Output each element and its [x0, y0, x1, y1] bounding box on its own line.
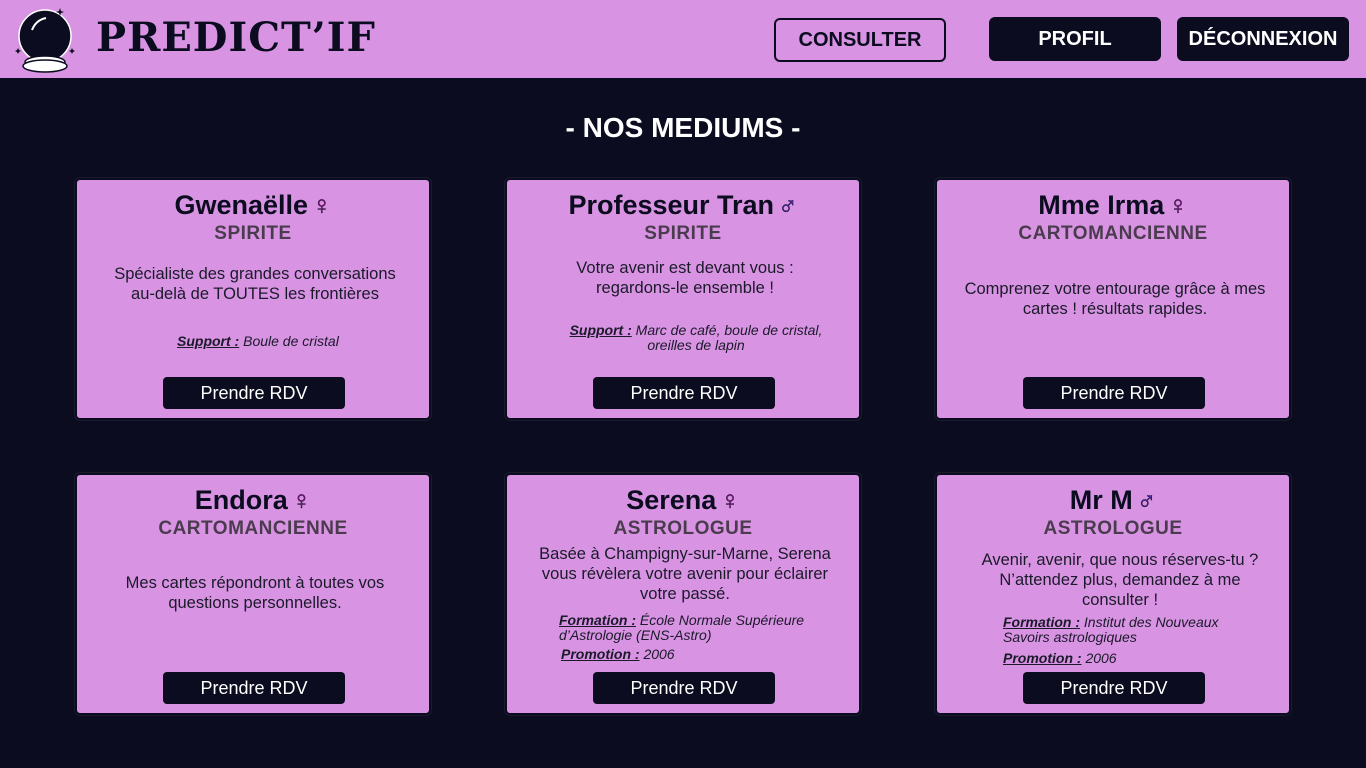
male-icon: ♂ — [1136, 485, 1157, 516]
medium-name: Serena — [626, 485, 717, 515]
medium-description: Avenir, avenir, que nous réserves-tu ? N… — [981, 551, 1259, 609]
medium-description: Basée à Champigny-sur-Marne, Serena vous… — [539, 545, 831, 603]
medium-name: Gwenaëlle — [174, 190, 309, 220]
medium-name-row: Serena ♀ — [507, 485, 859, 516]
male-icon: ♂ — [778, 190, 798, 221]
prendre-rdv-button[interactable]: Prendre RDV — [163, 377, 345, 409]
promotion-value: 2006 — [643, 646, 675, 662]
medium-card: Endora ♀ CARTOMANCIENNE Mes cartes répond… — [74, 472, 432, 716]
medium-name-row: Professeur Tran ♂ — [507, 190, 859, 221]
female-icon: ♀ — [312, 190, 332, 221]
consulter-button[interactable]: CONSULTER — [774, 18, 946, 62]
medium-name: Mr M — [1069, 485, 1133, 515]
female-icon: ♀ — [291, 485, 312, 516]
medium-description: Mes cartes répondront à toutes vos quest… — [125, 574, 385, 612]
medium-name: Professeur Tran — [568, 190, 775, 220]
support-info: Support : Marc de café, boule de cristal… — [561, 323, 831, 353]
prendre-rdv-button[interactable]: Prendre RDV — [593, 377, 775, 409]
promotion-label: Promotion : — [561, 646, 640, 662]
app-logo-text: PREDICT’IF — [96, 14, 376, 61]
medium-name: Endora — [194, 485, 288, 515]
medium-description: Spécialiste des grandes conversations au… — [114, 265, 396, 303]
promotion-value: 2006 — [1085, 650, 1117, 666]
deconnexion-button[interactable]: DÉCONNEXION — [1177, 17, 1349, 61]
medium-card: Mme Irma ♀ CARTOMANCIENNE Comprenez votre… — [934, 177, 1292, 421]
medium-specialty: SPIRITE — [214, 223, 292, 244]
top-bar: PREDICT’IF CONSULTER PROFIL DÉCONNEXION — [0, 0, 1366, 78]
medium-card: Mr M ♂ ASTROLOGUE Avenir, avenir, que nou… — [934, 472, 1292, 716]
medium-description: Votre avenir est devant vous : regardons… — [576, 259, 794, 297]
medium-description: Comprenez votre entourage grâce à mes ca… — [964, 280, 1266, 318]
female-icon: ♀ — [1168, 190, 1188, 221]
support-info: Support : Boule de cristal — [177, 334, 339, 349]
prendre-rdv-button[interactable]: Prendre RDV — [163, 672, 345, 704]
medium-specialty: CARTOMANCIENNE — [1018, 223, 1208, 244]
promotion-info: Promotion : 2006 — [561, 647, 675, 662]
formation-info: Formation : Institut des Nouveaux Savoir… — [1003, 615, 1263, 645]
support-value: Marc de café, boule de cristal, oreilles… — [635, 322, 823, 353]
formation-label: Formation : — [1003, 614, 1080, 630]
promotion-label: Promotion : — [1003, 650, 1082, 666]
profil-button[interactable]: PROFIL — [989, 17, 1161, 61]
crystal-ball-icon — [15, 8, 75, 73]
medium-specialty: CARTOMANCIENNE — [158, 518, 348, 539]
medium-name-row: Mme Irma ♀ — [937, 190, 1289, 221]
formation-label: Formation : — [559, 612, 636, 628]
medium-specialty: ASTROLOGUE — [1043, 518, 1183, 539]
medium-name-row: Endora ♀ — [77, 485, 429, 516]
prendre-rdv-button[interactable]: Prendre RDV — [593, 672, 775, 704]
support-label: Support : — [177, 333, 240, 349]
page-title: - NOS MEDIUMS - — [565, 112, 801, 143]
medium-card: Gwenaëlle ♀ SPIRITE Spécialiste des grand… — [74, 177, 432, 421]
prendre-rdv-button[interactable]: Prendre RDV — [1023, 377, 1205, 409]
medium-specialty: ASTROLOGUE — [613, 518, 753, 539]
support-label: Support : — [569, 322, 632, 338]
medium-specialty: SPIRITE — [644, 223, 722, 244]
medium-card: Serena ♀ ASTROLOGUE Basée à Champigny-sur… — [504, 472, 862, 716]
prendre-rdv-button[interactable]: Prendre RDV — [1023, 672, 1205, 704]
formation-info: Formation : École Normale Supérieure d’A… — [559, 613, 819, 643]
promotion-info: Promotion : 2006 — [1003, 651, 1117, 666]
medium-name-row: Mr M ♂ — [937, 485, 1289, 516]
medium-name: Mme Irma — [1038, 190, 1165, 220]
female-icon: ♀ — [720, 485, 740, 516]
medium-card: Professeur Tran ♂ SPIRITE Votre avenir es… — [504, 177, 862, 421]
medium-name-row: Gwenaëlle ♀ — [77, 190, 429, 221]
support-value: Boule de cristal — [243, 333, 339, 349]
